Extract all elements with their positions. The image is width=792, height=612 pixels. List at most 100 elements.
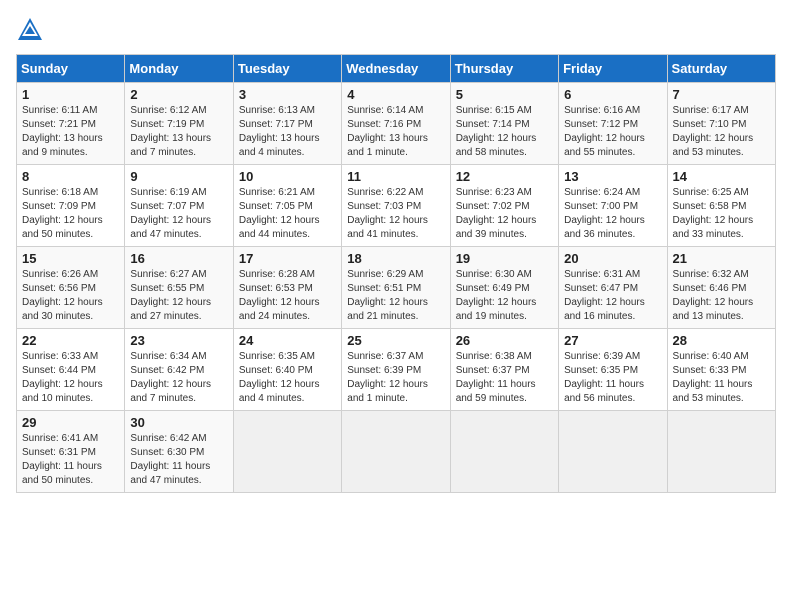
calendar-cell: 25 Sunrise: 6:37 AM Sunset: 6:39 PM Dayli… bbox=[342, 329, 450, 411]
column-header-friday: Friday bbox=[559, 55, 667, 83]
calendar-cell bbox=[559, 411, 667, 493]
calendar-cell: 17 Sunrise: 6:28 AM Sunset: 6:53 PM Dayli… bbox=[233, 247, 341, 329]
calendar-cell: 12 Sunrise: 6:23 AM Sunset: 7:02 PM Dayli… bbox=[450, 165, 558, 247]
calendar-cell: 19 Sunrise: 6:30 AM Sunset: 6:49 PM Dayli… bbox=[450, 247, 558, 329]
day-number: 6 bbox=[564, 87, 661, 102]
calendar-cell: 15Sunrise: 6:26 AM Sunset: 6:56 PM Dayli… bbox=[17, 247, 125, 329]
calendar-cell: 29 Sunrise: 6:41 AM Sunset: 6:31 PM Dayli… bbox=[17, 411, 125, 493]
calendar-cell: 10 Sunrise: 6:21 AM Sunset: 7:05 PM Dayli… bbox=[233, 165, 341, 247]
day-number: 26 bbox=[456, 333, 553, 348]
day-number: 10 bbox=[239, 169, 336, 184]
logo-icon bbox=[16, 16, 44, 44]
calendar-cell: 16 Sunrise: 6:27 AM Sunset: 6:55 PM Dayli… bbox=[125, 247, 233, 329]
day-number: 9 bbox=[130, 169, 227, 184]
day-info: Sunrise: 6:30 AM Sunset: 6:49 PM Dayligh… bbox=[456, 268, 553, 324]
day-number: 29 bbox=[22, 415, 119, 430]
calendar-cell: 20Sunrise: 6:31 AM Sunset: 6:47 PM Dayli… bbox=[559, 247, 667, 329]
day-info: Sunrise: 6:39 AM Sunset: 6:35 PM Dayligh… bbox=[564, 350, 661, 406]
day-number: 30 bbox=[130, 415, 227, 430]
day-number: 22 bbox=[22, 333, 119, 348]
calendar-cell: 28 Sunrise: 6:40 AM Sunset: 6:33 PM Dayli… bbox=[667, 329, 775, 411]
day-number: 11 bbox=[347, 169, 444, 184]
day-number: 3 bbox=[239, 87, 336, 102]
calendar-cell: 26 Sunrise: 6:38 AM Sunset: 6:37 PM Dayli… bbox=[450, 329, 558, 411]
day-info: Sunrise: 6:37 AM Sunset: 6:39 PM Dayligh… bbox=[347, 350, 444, 406]
column-header-saturday: Saturday bbox=[667, 55, 775, 83]
day-number: 27 bbox=[564, 333, 661, 348]
calendar-cell: 6 Sunrise: 6:16 AM Sunset: 7:12 PM Daylig… bbox=[559, 83, 667, 165]
page-header bbox=[16, 16, 776, 44]
day-number: 17 bbox=[239, 251, 336, 266]
column-header-sunday: Sunday bbox=[17, 55, 125, 83]
day-info: Sunrise: 6:38 AM Sunset: 6:37 PM Dayligh… bbox=[456, 350, 553, 406]
day-info: Sunrise: 6:14 AM Sunset: 7:16 PM Dayligh… bbox=[347, 104, 444, 160]
day-number: 12 bbox=[456, 169, 553, 184]
day-info: Sunrise: 6:24 AM Sunset: 7:00 PM Dayligh… bbox=[564, 186, 661, 242]
column-header-tuesday: Tuesday bbox=[233, 55, 341, 83]
day-number: 23 bbox=[130, 333, 227, 348]
day-info: Sunrise: 6:40 AM Sunset: 6:33 PM Dayligh… bbox=[673, 350, 770, 406]
calendar-cell: 3 Sunrise: 6:13 AM Sunset: 7:17 PM Daylig… bbox=[233, 83, 341, 165]
calendar-cell: 2Sunrise: 6:12 AM Sunset: 7:19 PM Daylig… bbox=[125, 83, 233, 165]
day-info: Sunrise: 6:13 AM Sunset: 7:17 PM Dayligh… bbox=[239, 104, 336, 160]
day-number: 19 bbox=[456, 251, 553, 266]
calendar-cell: 5Sunrise: 6:15 AM Sunset: 7:14 PM Daylig… bbox=[450, 83, 558, 165]
day-info: Sunrise: 6:41 AM Sunset: 6:31 PM Dayligh… bbox=[22, 432, 119, 488]
calendar-week-1: 1 Sunrise: 6:11 AM Sunset: 7:21 PM Daylig… bbox=[17, 83, 776, 165]
day-info: Sunrise: 6:33 AM Sunset: 6:44 PM Dayligh… bbox=[22, 350, 119, 406]
calendar-week-2: 8 Sunrise: 6:18 AM Sunset: 7:09 PM Daylig… bbox=[17, 165, 776, 247]
day-info: Sunrise: 6:25 AM Sunset: 6:58 PM Dayligh… bbox=[673, 186, 770, 242]
calendar-cell: 24 Sunrise: 6:35 AM Sunset: 6:40 PM Dayli… bbox=[233, 329, 341, 411]
calendar-cell: 21Sunrise: 6:32 AM Sunset: 6:46 PM Dayli… bbox=[667, 247, 775, 329]
day-number: 20 bbox=[564, 251, 661, 266]
day-info: Sunrise: 6:42 AM Sunset: 6:30 PM Dayligh… bbox=[130, 432, 227, 488]
calendar-cell bbox=[667, 411, 775, 493]
calendar-table: SundayMondayTuesdayWednesdayThursdayFrid… bbox=[16, 54, 776, 493]
day-info: Sunrise: 6:35 AM Sunset: 6:40 PM Dayligh… bbox=[239, 350, 336, 406]
calendar-cell bbox=[233, 411, 341, 493]
calendar-cell: 14 Sunrise: 6:25 AM Sunset: 6:58 PM Dayli… bbox=[667, 165, 775, 247]
calendar-cell: 8 Sunrise: 6:18 AM Sunset: 7:09 PM Daylig… bbox=[17, 165, 125, 247]
calendar-cell bbox=[450, 411, 558, 493]
calendar-cell: 27 Sunrise: 6:39 AM Sunset: 6:35 PM Dayli… bbox=[559, 329, 667, 411]
calendar-week-4: 22 Sunrise: 6:33 AM Sunset: 6:44 PM Dayli… bbox=[17, 329, 776, 411]
day-info: Sunrise: 6:17 AM Sunset: 7:10 PM Dayligh… bbox=[673, 104, 770, 160]
day-number: 18 bbox=[347, 251, 444, 266]
calendar-header-row: SundayMondayTuesdayWednesdayThursdayFrid… bbox=[17, 55, 776, 83]
day-number: 8 bbox=[22, 169, 119, 184]
day-info: Sunrise: 6:32 AM Sunset: 6:46 PM Dayligh… bbox=[673, 268, 770, 324]
calendar-cell: 4Sunrise: 6:14 AM Sunset: 7:16 PM Daylig… bbox=[342, 83, 450, 165]
logo bbox=[16, 16, 48, 44]
day-info: Sunrise: 6:11 AM Sunset: 7:21 PM Dayligh… bbox=[22, 104, 119, 160]
day-number: 25 bbox=[347, 333, 444, 348]
day-number: 1 bbox=[22, 87, 119, 102]
day-info: Sunrise: 6:28 AM Sunset: 6:53 PM Dayligh… bbox=[239, 268, 336, 324]
calendar-cell bbox=[342, 411, 450, 493]
calendar-week-5: 29 Sunrise: 6:41 AM Sunset: 6:31 PM Dayli… bbox=[17, 411, 776, 493]
day-info: Sunrise: 6:34 AM Sunset: 6:42 PM Dayligh… bbox=[130, 350, 227, 406]
calendar-week-3: 15Sunrise: 6:26 AM Sunset: 6:56 PM Dayli… bbox=[17, 247, 776, 329]
day-info: Sunrise: 6:12 AM Sunset: 7:19 PM Dayligh… bbox=[130, 104, 227, 160]
day-info: Sunrise: 6:18 AM Sunset: 7:09 PM Dayligh… bbox=[22, 186, 119, 242]
day-info: Sunrise: 6:19 AM Sunset: 7:07 PM Dayligh… bbox=[130, 186, 227, 242]
day-info: Sunrise: 6:16 AM Sunset: 7:12 PM Dayligh… bbox=[564, 104, 661, 160]
calendar-cell: 22 Sunrise: 6:33 AM Sunset: 6:44 PM Dayli… bbox=[17, 329, 125, 411]
day-number: 28 bbox=[673, 333, 770, 348]
calendar-cell: 30 Sunrise: 6:42 AM Sunset: 6:30 PM Dayli… bbox=[125, 411, 233, 493]
day-info: Sunrise: 6:15 AM Sunset: 7:14 PM Dayligh… bbox=[456, 104, 553, 160]
calendar-cell: 23 Sunrise: 6:34 AM Sunset: 6:42 PM Dayli… bbox=[125, 329, 233, 411]
calendar-cell: 7 Sunrise: 6:17 AM Sunset: 7:10 PM Daylig… bbox=[667, 83, 775, 165]
day-info: Sunrise: 6:27 AM Sunset: 6:55 PM Dayligh… bbox=[130, 268, 227, 324]
day-info: Sunrise: 6:23 AM Sunset: 7:02 PM Dayligh… bbox=[456, 186, 553, 242]
calendar-cell: 18 Sunrise: 6:29 AM Sunset: 6:51 PM Dayli… bbox=[342, 247, 450, 329]
calendar-cell: 1 Sunrise: 6:11 AM Sunset: 7:21 PM Daylig… bbox=[17, 83, 125, 165]
day-number: 16 bbox=[130, 251, 227, 266]
day-number: 13 bbox=[564, 169, 661, 184]
day-info: Sunrise: 6:29 AM Sunset: 6:51 PM Dayligh… bbox=[347, 268, 444, 324]
column-header-monday: Monday bbox=[125, 55, 233, 83]
day-info: Sunrise: 6:21 AM Sunset: 7:05 PM Dayligh… bbox=[239, 186, 336, 242]
day-number: 24 bbox=[239, 333, 336, 348]
day-number: 7 bbox=[673, 87, 770, 102]
column-header-thursday: Thursday bbox=[450, 55, 558, 83]
day-number: 14 bbox=[673, 169, 770, 184]
